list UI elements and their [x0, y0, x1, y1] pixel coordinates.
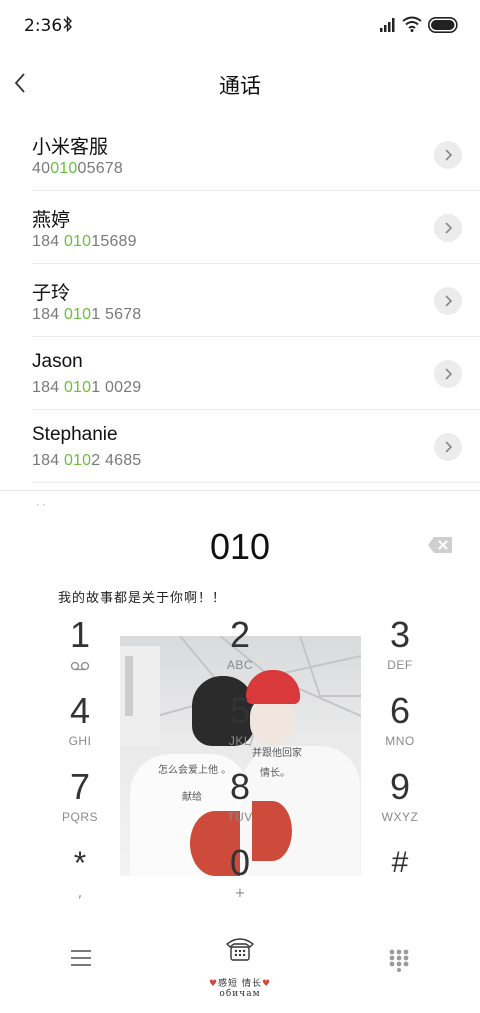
key-digit: 3	[389, 614, 411, 655]
chevron-right-icon	[445, 441, 453, 453]
header: 通话	[0, 52, 480, 116]
contact-name: 小米客服	[32, 137, 109, 158]
contact-number: 184 0102 4685	[32, 452, 142, 469]
rotary-phone-icon	[225, 938, 255, 961]
contact-number: 184 0101 0029	[32, 379, 142, 396]
contact-detail-button[interactable]	[434, 287, 462, 315]
number-match-highlight: 010	[63, 306, 92, 323]
key-digit: 0	[229, 842, 251, 883]
contact-row[interactable]: 燕婷 184 01015689	[32, 191, 480, 264]
page-title: 通话	[219, 74, 261, 98]
dialpad-key-1[interactable]: 1	[35, 614, 125, 684]
dialpad-key-9[interactable]: 9 WXYZ	[355, 766, 445, 836]
heart-icon: ♥	[208, 979, 219, 989]
contact-row[interactable]: 小米客服 4001005678	[32, 118, 480, 191]
key-digit: 4	[69, 690, 91, 731]
dialpad-key-star[interactable]: * ,	[35, 842, 125, 912]
number-match-highlight: 010	[63, 379, 92, 396]
contact-number: 184 01015689	[32, 233, 137, 250]
contact-number: 184 0101 5678	[32, 306, 142, 323]
call-button-label: ♥感短 情长♥ обичам	[208, 979, 272, 999]
key-digit: 5	[229, 690, 251, 731]
dialpad-key-6[interactable]: 6 MNO	[355, 690, 445, 760]
key-digit: 8	[229, 766, 251, 807]
contact-number: 4001005678	[32, 160, 123, 177]
chevron-right-icon	[445, 368, 453, 380]
battery-icon	[428, 17, 458, 33]
wifi-icon	[402, 16, 422, 32]
menu-icon[interactable]	[70, 948, 92, 968]
status-bar: 2:36	[0, 0, 480, 52]
key-digit: #	[391, 846, 409, 879]
number-match-highlight: 010	[63, 233, 92, 250]
contact-detail-button[interactable]	[434, 360, 462, 388]
key-letters: ABC	[226, 658, 254, 672]
dialpad-key-7[interactable]: 7 PQRS	[35, 766, 125, 836]
key-letters: ,	[77, 886, 83, 901]
dialpad-key-5[interactable]: 5 JKL	[195, 690, 285, 760]
voicemail-icon	[70, 661, 90, 671]
key-digit: 2	[229, 614, 251, 655]
dialpad-key-2[interactable]: 2 ABC	[195, 614, 285, 684]
heart-icon: ♥	[261, 979, 272, 989]
key-digit: 1	[69, 614, 91, 655]
contact-row[interactable]: Jason 184 0101 0029	[32, 337, 480, 410]
list-divider	[0, 490, 480, 491]
contact-row[interactable]: 子玲 184 0101 5678	[32, 264, 480, 337]
backspace-icon[interactable]	[427, 536, 453, 554]
number-match-highlight: 010	[63, 452, 92, 469]
key-digit: 9	[389, 766, 411, 807]
key-letters: DEF	[387, 658, 413, 672]
key-letters: +	[234, 886, 246, 901]
dialpad-key-3[interactable]: 3 DEF	[355, 614, 445, 684]
contact-detail-button[interactable]	[434, 433, 462, 461]
key-digit: 7	[69, 766, 91, 807]
dialpad-key-hash[interactable]: #	[355, 842, 445, 912]
signal-icon	[380, 18, 395, 32]
dialpad-key-8[interactable]: 8 TUV	[195, 766, 285, 836]
key-letters: PQRS	[61, 810, 98, 824]
keypad-toggle-icon[interactable]	[388, 948, 410, 972]
dialpad-key-0[interactable]: 0 +	[195, 842, 285, 912]
key-digit: *	[73, 845, 87, 881]
chevron-right-icon	[445, 149, 453, 161]
bluetooth-icon	[63, 15, 72, 33]
key-letters: GHI	[68, 734, 92, 748]
chevron-right-icon	[445, 295, 453, 307]
dial-input-display: 010	[209, 526, 271, 567]
dialpad-key-4[interactable]: 4 GHI	[35, 690, 125, 760]
key-letters: JKL	[228, 734, 252, 748]
drag-handle-icon[interactable]: ··	[36, 498, 48, 512]
contact-name: Jason	[32, 351, 83, 372]
contact-name: Stephanie	[32, 424, 118, 445]
status-time: 2:36	[24, 16, 63, 36]
contact-detail-button[interactable]	[434, 141, 462, 169]
contact-list: 小米客服 4001005678 燕婷 184 01015689 子玲 184 0…	[0, 118, 480, 483]
key-letters: MNO	[385, 734, 415, 748]
call-button[interactable]: ♥感短 情长♥ обичам	[206, 936, 274, 999]
wallpaper-caption: 我的故事都是关于你啊！！	[58, 591, 227, 606]
key-letters: WXYZ	[381, 810, 419, 824]
number-match-highlight: 010	[50, 160, 78, 177]
contact-detail-button[interactable]	[434, 214, 462, 242]
contact-name: 燕婷	[32, 210, 71, 231]
contact-name: 子玲	[32, 283, 71, 304]
chevron-right-icon	[445, 222, 453, 234]
key-digit: 6	[389, 690, 411, 731]
contact-row[interactable]: Stephanie 184 0102 4685	[32, 410, 480, 483]
key-letters: TUV	[227, 810, 253, 824]
